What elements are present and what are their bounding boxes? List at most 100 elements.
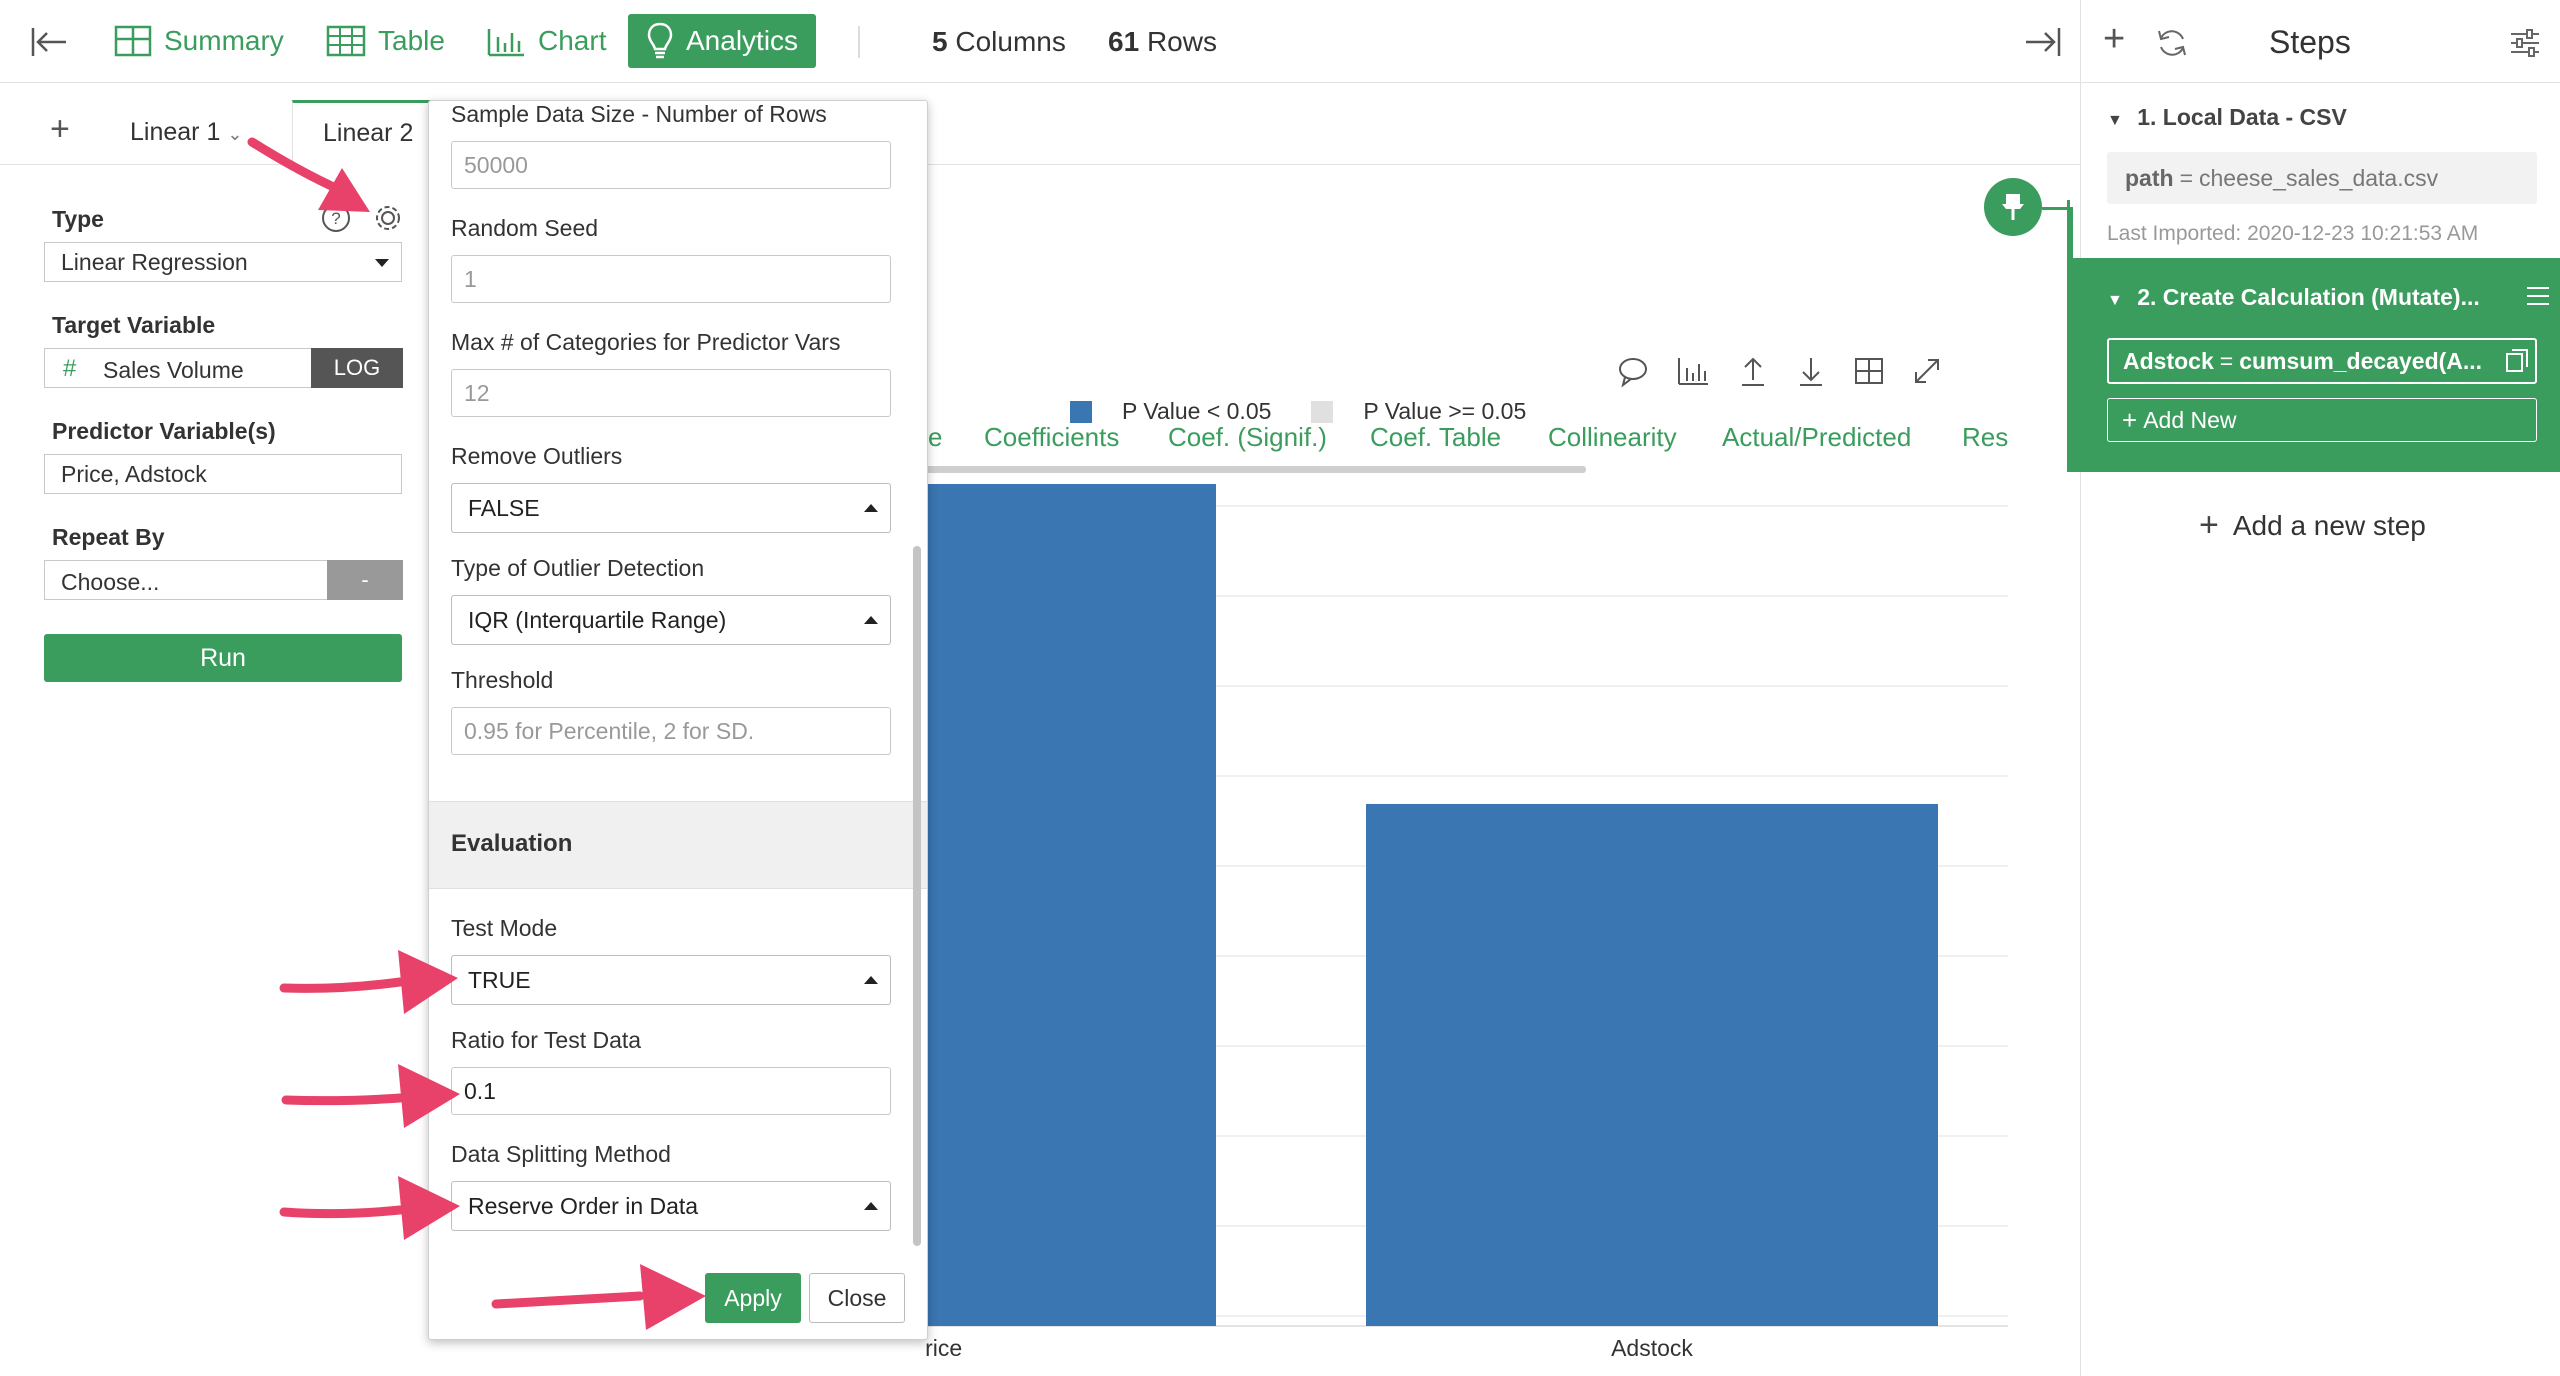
step-1-path[interactable]: path = cheese_sales_data.csv (2107, 152, 2537, 204)
sample-size-label: Sample Data Size - Number of Rows (451, 101, 827, 127)
remove-outliers-label: Remove Outliers (451, 443, 623, 469)
bar-chart-icon (487, 29, 524, 57)
numeric-column-icon: # (63, 355, 77, 382)
type-select[interactable]: Linear Regression (44, 242, 402, 282)
log-transform-button[interactable]: LOG (311, 348, 403, 388)
expand-icon[interactable] (1910, 354, 1944, 388)
outlier-type-select[interactable]: IQR (Interquartile Range) (451, 595, 891, 645)
bar-adstock[interactable] (1366, 803, 1938, 1326)
triangle-down-icon: ▼ (2107, 292, 2123, 309)
collapse-right-icon[interactable] (2022, 26, 2062, 58)
bar-price[interactable] (926, 484, 1216, 1326)
subtab-collinearity[interactable]: Collinearity (1548, 422, 1677, 453)
repeat-by-value: Choose... (61, 569, 160, 595)
add-step-icon[interactable]: + (2103, 18, 2125, 61)
subtab-res[interactable]: Res (1962, 422, 2008, 453)
step-2-value: cumsum_decayed(A... (2239, 347, 2483, 374)
caret-up-icon (864, 504, 878, 512)
ratio-test-data-input[interactable]: 0.1 (451, 1067, 891, 1115)
pin-connector-line (2042, 207, 2073, 296)
chart-legend: P Value < 0.05 P Value >= 0.05 (1070, 398, 1526, 425)
target-variable-field[interactable]: # Sales Volume LOG (44, 348, 403, 388)
summary-icon (114, 25, 152, 57)
subtab-partial[interactable]: e (928, 422, 942, 453)
coefficient-bar-chart: Price Adstock (926, 484, 2008, 1361)
data-splitting-value: Reserve Order in Data (468, 1192, 699, 1219)
apply-button[interactable]: Apply (705, 1273, 801, 1323)
steps-header: + Steps (2081, 0, 2560, 83)
subtab-coef-signif[interactable]: Coef. (Signif.) (1168, 422, 1327, 453)
tab-linear-1[interactable]: Linear 1 ⌄ (130, 118, 242, 147)
subtab-coef-table[interactable]: Coef. Table (1370, 422, 1501, 453)
refresh-icon[interactable] (2155, 26, 2189, 60)
summary-tab-button[interactable]: Summary (104, 14, 294, 68)
legend-swatch-significant (1070, 400, 1092, 423)
sample-size-input[interactable]: 50000 (451, 141, 891, 189)
add-new-step-button[interactable]: + Add a new step (2199, 506, 2426, 545)
grid-layout-icon[interactable] (1852, 354, 1886, 388)
remove-outliers-value: FALSE (468, 494, 540, 521)
collapse-left-icon[interactable] (30, 26, 70, 58)
subtab-coefficients[interactable]: Coefficients (984, 422, 1119, 453)
close-button[interactable]: Close (809, 1273, 905, 1323)
max-categories-input[interactable]: 12 (451, 369, 891, 417)
remove-outliers-select[interactable]: FALSE (451, 483, 891, 533)
model-settings-popup: Sample Data Size - Number of Rows 50000 … (428, 100, 928, 1340)
copy-icon[interactable] (2505, 348, 2529, 374)
gear-icon[interactable] (372, 202, 404, 234)
add-new-step-label: Add a new step (2232, 509, 2426, 541)
evaluation-section-header: Evaluation (429, 801, 927, 889)
type-select-value: Linear Regression (61, 248, 248, 275)
pin-icon (2002, 194, 2024, 220)
steps-panel: + Steps ▼ 1. Local Data - CSV path = che… (2067, 0, 2560, 1376)
plus-icon: + (2122, 404, 2138, 435)
repeat-by-field[interactable]: Choose... - (44, 560, 403, 600)
pin-button[interactable] (1984, 178, 2042, 236)
step-2-eq: = (2219, 347, 2234, 374)
step-2-card[interactable]: ▼ 2. Create Calculation (Mutate)... Adst… (2067, 258, 2560, 472)
table-icon (326, 25, 366, 57)
upload-icon[interactable] (1736, 354, 1770, 388)
table-tab-button[interactable]: Table (316, 14, 455, 68)
test-mode-select[interactable]: TRUE (451, 955, 891, 1005)
settings-sliders-icon[interactable] (2509, 28, 2541, 58)
comment-icon[interactable] (1616, 354, 1650, 388)
step-2-key: Adstock (2123, 347, 2214, 374)
run-button[interactable]: Run (44, 634, 402, 682)
data-splitting-select[interactable]: Reserve Order in Data (451, 1181, 891, 1231)
popup-scrollbar[interactable] (913, 546, 921, 1246)
add-new-label: Add New (2143, 406, 2237, 433)
add-tab-button[interactable]: + (50, 110, 70, 149)
svg-text:?: ? (331, 209, 340, 228)
repeat-by-clear-button[interactable]: - (327, 560, 403, 600)
type-label: Type (52, 206, 104, 232)
test-mode-label: Test Mode (451, 915, 558, 941)
pin-connector-tail (2070, 290, 2084, 293)
download-icon[interactable] (1794, 354, 1828, 388)
menu-icon[interactable] (2525, 284, 2551, 308)
rows-count-label: Rows (1146, 26, 1217, 57)
random-seed-input[interactable]: 1 (451, 255, 891, 303)
table-label: Table (378, 25, 445, 56)
chart-tab-button[interactable]: Chart (476, 14, 616, 68)
step-2-calculation[interactable]: Adstock = cumsum_decayed(A... (2107, 338, 2537, 384)
add-new-calculation-button[interactable]: + Add New (2107, 398, 2537, 442)
step-1-key: path (2125, 164, 2174, 191)
step-1-value: cheese_sales_data.csv (2199, 164, 2439, 191)
caret-down-icon (375, 259, 389, 267)
predictor-variables-field[interactable]: Price, Adstock (44, 454, 402, 494)
analytics-tab-button[interactable]: Analytics (628, 14, 817, 68)
threshold-input[interactable]: 0.95 for Percentile, 2 for SD. (451, 707, 891, 755)
x-label-price: Price (926, 1335, 962, 1361)
tab-linear-1-label: Linear 1 (130, 118, 221, 146)
step-1-title[interactable]: ▼ 1. Local Data - CSV (2107, 104, 2347, 131)
help-icon[interactable]: ? (320, 202, 352, 234)
subtab-actual-predicted[interactable]: Actual/Predicted (1722, 422, 1911, 453)
chart-icon[interactable] (1676, 354, 1710, 388)
legend-swatch-not-significant (1311, 400, 1334, 423)
model-config-panel: Type ? Linear Regression Target Variable… (30, 164, 420, 724)
x-label-adstock: Adstock (1611, 1335, 1693, 1361)
chevron-down-icon: ⌄ (227, 124, 243, 144)
data-splitting-label: Data Splitting Method (451, 1141, 671, 1167)
target-variable-value: Sales Volume (103, 357, 244, 383)
